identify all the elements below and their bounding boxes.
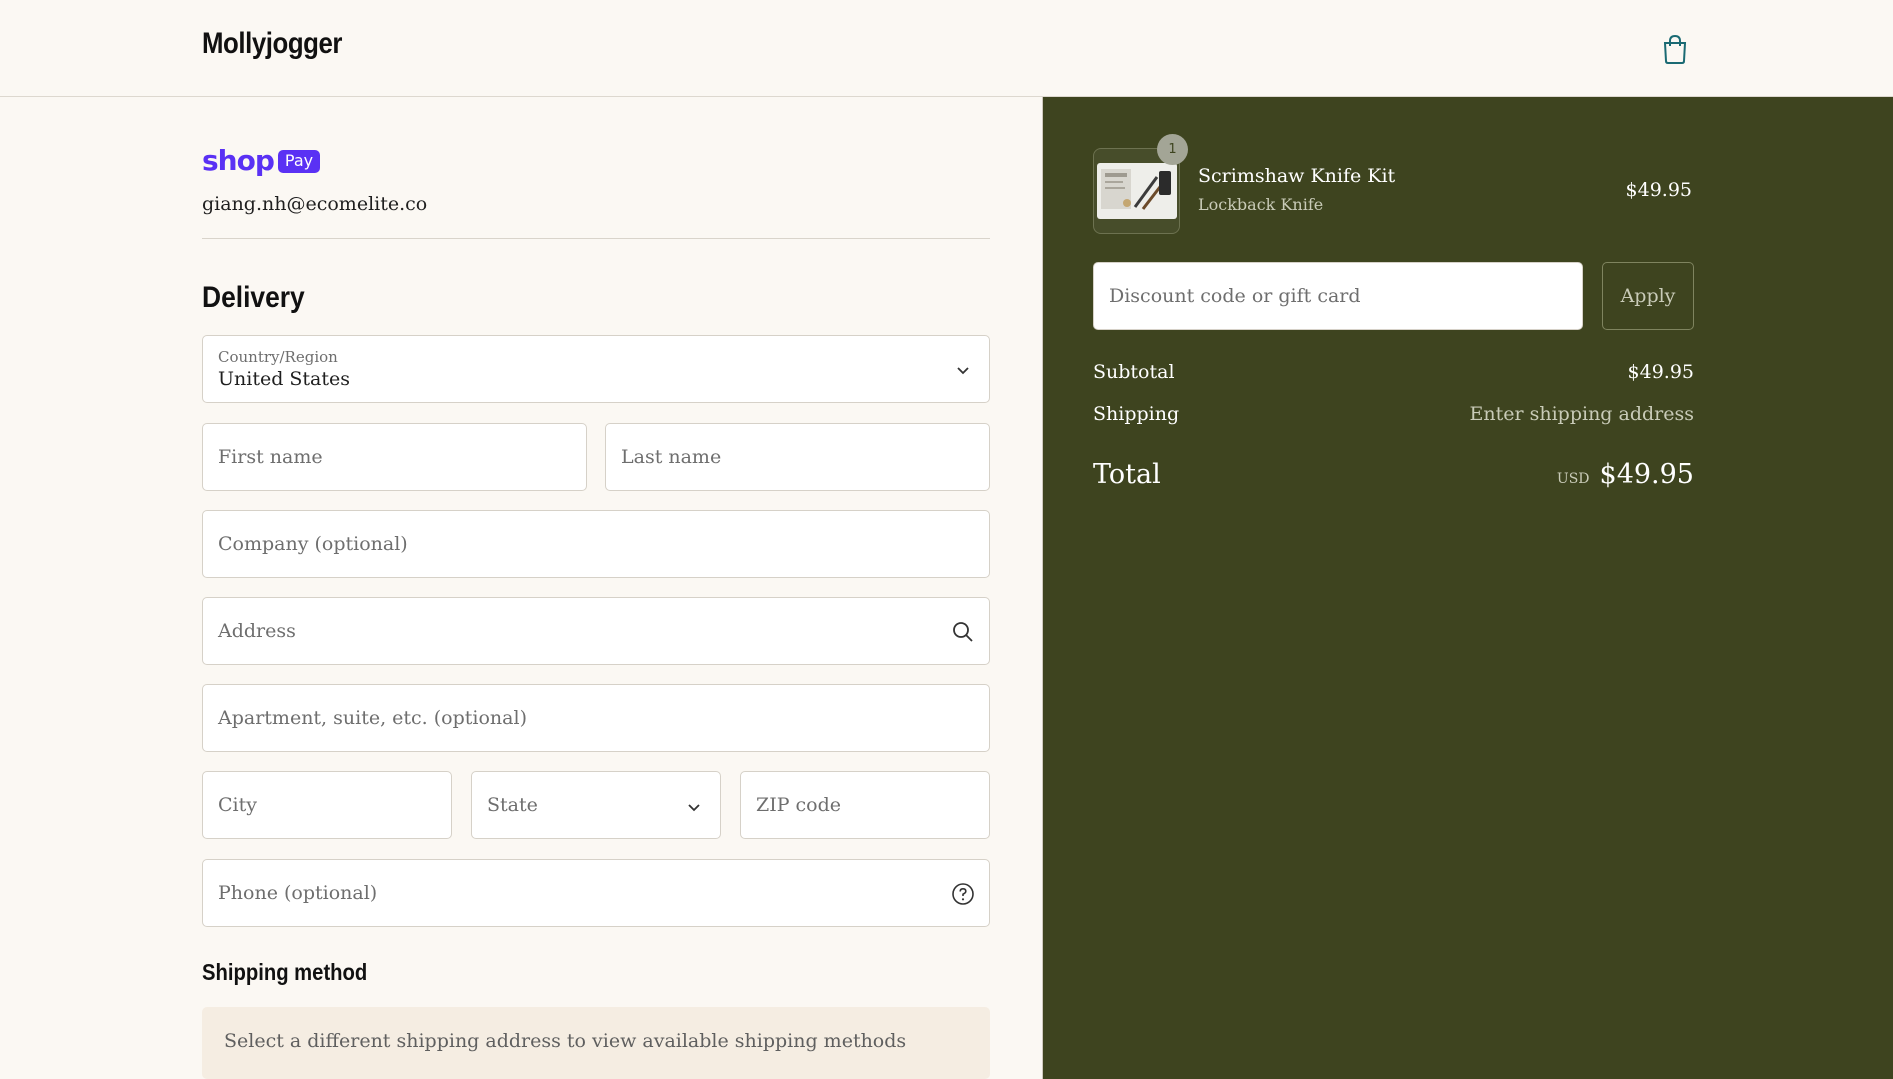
currency-code: USD (1556, 471, 1590, 487)
total-label: Total (1093, 459, 1161, 490)
state-select[interactable]: State (471, 771, 721, 839)
phone-placeholder: Phone (optional) (218, 882, 378, 904)
country-label: Country/Region (218, 348, 338, 366)
account-email: giang.nh@ecomelite.co (202, 193, 428, 215)
header: Mollyjogger (0, 0, 1893, 97)
apply-button[interactable]: Apply (1602, 262, 1694, 330)
company-field[interactable]: Company (optional) (202, 510, 990, 578)
city-placeholder: City (218, 794, 257, 816)
country-value: United States (218, 368, 351, 390)
chevron-down-icon (688, 804, 700, 812)
total-row: Total USD $49.95 (1093, 459, 1694, 490)
shipping-method-note: Select a different shipping address to v… (224, 1030, 907, 1052)
phone-field[interactable]: Phone (optional) (202, 859, 990, 927)
chevron-down-icon (957, 367, 969, 375)
subtotal-label: Subtotal (1093, 361, 1175, 383)
apartment-field[interactable]: Apartment, suite, etc. (optional) (202, 684, 990, 752)
total-value-group: USD $49.95 (1557, 459, 1694, 490)
quantity-badge: 1 (1157, 134, 1188, 165)
brand-logo[interactable]: Mollyjogger (202, 27, 342, 61)
shopping-bag-icon[interactable] (1662, 34, 1688, 64)
apartment-placeholder: Apartment, suite, etc. (optional) (218, 707, 527, 729)
address-field[interactable]: Address (202, 597, 990, 665)
shop-pay-logo[interactable]: shop Pay (202, 144, 321, 177)
first-name-placeholder: First name (218, 446, 323, 468)
shop-pay-wordmark: shop (202, 144, 275, 177)
subtotal-value: $49.95 (1627, 361, 1694, 383)
shipping-value: Enter shipping address (1469, 403, 1695, 425)
help-icon[interactable] (951, 882, 975, 906)
search-icon[interactable] (951, 620, 975, 644)
divider (202, 238, 990, 239)
discount-placeholder: Discount code or gift card (1109, 285, 1361, 307)
product-image (1097, 163, 1177, 219)
shipping-row: Shipping Enter shipping address (1093, 403, 1694, 425)
last-name-placeholder: Last name (621, 446, 722, 468)
product-price: $49.95 (1625, 179, 1692, 201)
state-placeholder: State (487, 794, 538, 816)
zip-field[interactable]: ZIP code (740, 771, 990, 839)
subtotal-row: Subtotal $49.95 (1093, 361, 1694, 383)
product-variant: Lockback Knife (1198, 195, 1324, 214)
delivery-heading: Delivery (202, 281, 305, 314)
shipping-method-notice: Select a different shipping address to v… (202, 1007, 990, 1079)
address-placeholder: Address (218, 620, 296, 642)
total-value: $49.95 (1599, 459, 1694, 490)
company-placeholder: Company (optional) (218, 533, 408, 555)
product-name: Scrimshaw Knife Kit (1198, 165, 1396, 187)
shipping-method-heading: Shipping method (202, 959, 368, 985)
order-summary: 1 Scrimshaw Knife Kit Lockback Knife $49… (1042, 97, 1893, 1079)
first-name-field[interactable]: First name (202, 423, 587, 491)
zip-placeholder: ZIP code (756, 794, 842, 816)
country-select[interactable]: Country/Region United States (202, 335, 990, 403)
city-field[interactable]: City (202, 771, 452, 839)
discount-input[interactable]: Discount code or gift card (1093, 262, 1583, 330)
shop-pay-badge: Pay (277, 149, 321, 173)
shipping-label: Shipping (1093, 403, 1180, 425)
last-name-field[interactable]: Last name (605, 423, 990, 491)
